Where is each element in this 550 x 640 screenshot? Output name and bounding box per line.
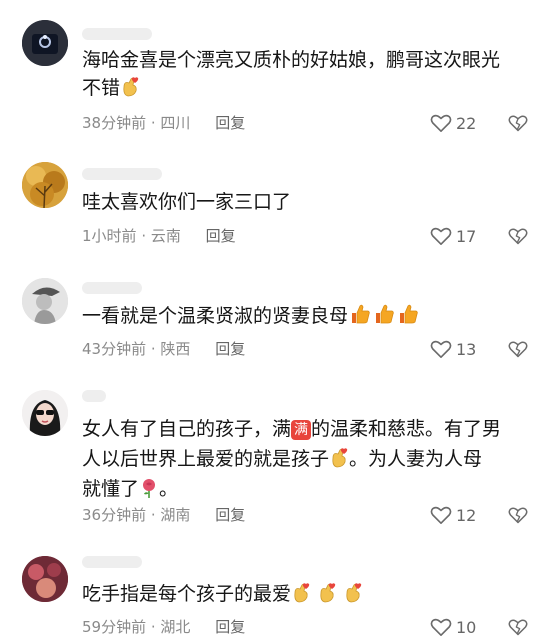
comment-text-segment: 。 — [159, 478, 179, 500]
like-count: 12 — [456, 505, 477, 525]
comment-text: 女人有了自己的孩子，满满的温柔和慈悲。有了男 人以后世界上最爱的就是孩子 。为人妻… — [82, 414, 532, 504]
heart-outline-icon — [430, 114, 452, 132]
like-button[interactable]: 10 — [430, 616, 476, 638]
like-button[interactable]: 17 — [430, 225, 476, 247]
comment-text-segment: 女人有了自己的孩子，满 — [82, 418, 292, 440]
heart-hand-icon — [346, 583, 362, 603]
heart-hand-icon — [320, 583, 336, 603]
ring-box-avatar-image — [22, 20, 68, 66]
avatar[interactable] — [22, 390, 68, 436]
like-count: 13 — [456, 339, 477, 359]
comment-region: 陕西 — [160, 340, 191, 358]
thumbs-up-icon — [399, 304, 418, 324]
sketch-portrait-avatar-image — [22, 278, 68, 324]
rose-icon — [142, 478, 156, 498]
like-count: 10 — [456, 617, 477, 637]
meta-separator: · — [146, 114, 161, 132]
like-button[interactable]: 13 — [430, 338, 476, 360]
comment-time: 43分钟前 — [82, 340, 147, 358]
comment-text-line: 海哈金喜是个漂亮又质朴的好姑娘，鹏哥这次眼光 — [82, 49, 501, 71]
comment-text-line: 一看就是个温柔贤淑的贤妻良母 — [82, 305, 349, 327]
comment-region: 云南 — [150, 227, 181, 245]
sunglasses-woman-avatar-image — [22, 390, 68, 436]
comment-text: 海哈金喜是个漂亮又质朴的好姑娘，鹏哥这次眼光 不错 — [82, 46, 532, 102]
comment-meta: 59分钟前 · 湖北 回复 — [82, 616, 245, 638]
comment-text-segment: 就懂了 — [82, 478, 140, 500]
reply-button[interactable]: 回复 — [206, 227, 236, 245]
man-emoji-badge: 满 — [291, 420, 312, 440]
comment-meta: 1小时前 · 云南 回复 — [82, 225, 236, 247]
heart-hand-icon — [123, 77, 139, 97]
photo-avatar-image — [22, 556, 68, 602]
comment-meta: 36分钟前 · 湖南 回复 — [82, 504, 245, 526]
username-placeholder[interactable] — [82, 556, 142, 568]
comment-time: 59分钟前 — [82, 618, 147, 636]
heart-outline-icon — [430, 340, 452, 358]
comment-region: 湖南 — [160, 506, 191, 524]
meta-separator: · — [146, 340, 161, 358]
reply-button[interactable]: 回复 — [215, 506, 245, 524]
comment-region: 湖北 — [160, 618, 191, 636]
like-count: 17 — [456, 226, 477, 246]
comment-region: 四川 — [160, 114, 191, 132]
thumbs-up-icon — [351, 304, 370, 324]
comment-text: 哇太喜欢你们一家三口了 — [82, 188, 532, 216]
heart-outline-icon — [430, 227, 452, 245]
reply-button[interactable]: 回复 — [215, 618, 245, 636]
username-placeholder[interactable] — [82, 168, 162, 180]
comment-text: 一看就是个温柔贤淑的贤妻良母 — [82, 302, 532, 330]
comment-text-line: 不错 — [82, 77, 121, 99]
broken-heart-icon[interactable] — [508, 617, 528, 637]
comment-text: 吃手指是每个孩子的最爱 — [82, 580, 532, 608]
reply-button[interactable]: 回复 — [215, 340, 245, 358]
avatar[interactable] — [22, 20, 68, 66]
heart-hand-icon — [332, 448, 348, 468]
autumn-tree-avatar-image — [22, 162, 68, 208]
avatar[interactable] — [22, 162, 68, 208]
comment-meta: 38分钟前 · 四川 回复 — [82, 112, 245, 134]
comment-text-segment: 的温柔和慈悲。有了男 — [311, 418, 502, 440]
comment-meta: 43分钟前 · 陕西 回复 — [82, 338, 245, 360]
reply-button[interactable]: 回复 — [215, 114, 245, 132]
comment-text-segment: 人以后世界上最爱的就是孩子 — [82, 448, 330, 470]
comment-text-line: 吃手指是每个孩子的最爱 — [82, 583, 292, 605]
broken-heart-icon[interactable] — [508, 113, 528, 133]
broken-heart-icon[interactable] — [508, 226, 528, 246]
thumbs-up-icon — [375, 304, 394, 324]
like-count: 22 — [456, 113, 477, 133]
username-placeholder[interactable] — [82, 390, 106, 402]
heart-outline-icon — [430, 506, 452, 524]
like-button[interactable]: 22 — [430, 112, 476, 134]
comment-time: 36分钟前 — [82, 506, 147, 524]
avatar[interactable] — [22, 556, 68, 602]
username-placeholder[interactable] — [82, 28, 152, 40]
heart-outline-icon — [430, 618, 452, 636]
comment-time: 38分钟前 — [82, 114, 147, 132]
broken-heart-icon[interactable] — [508, 339, 528, 359]
avatar[interactable] — [22, 278, 68, 324]
comment-text-line: 哇太喜欢你们一家三口了 — [82, 191, 292, 213]
heart-hand-icon — [294, 583, 310, 603]
broken-heart-icon[interactable] — [508, 505, 528, 525]
like-button[interactable]: 12 — [430, 504, 476, 526]
username-placeholder[interactable] — [82, 282, 142, 294]
comment-time: 1小时前 — [82, 227, 137, 245]
meta-separator: · — [146, 618, 161, 636]
meta-separator: · — [146, 506, 161, 524]
meta-separator: · — [136, 227, 151, 245]
comment-text-segment: 。为人妻为人母 — [349, 448, 483, 470]
